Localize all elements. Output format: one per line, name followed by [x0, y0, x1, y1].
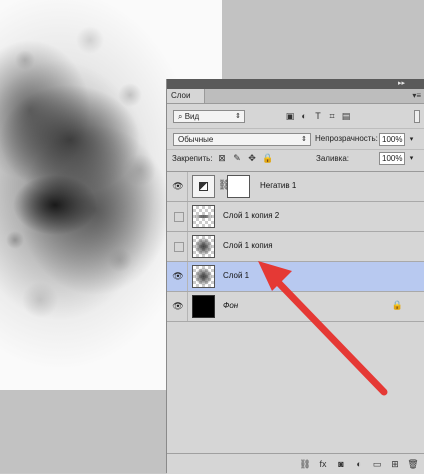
- lock-all-icon[interactable]: 🔒: [262, 152, 273, 165]
- layer-thumbnail: [192, 265, 215, 288]
- panel-tabbar: Слои ▾≡: [167, 89, 424, 104]
- lock-label: Закрепить:: [172, 154, 213, 163]
- fill-label: Заливка:: [316, 154, 350, 163]
- layer-mask-thumbnail[interactable]: [227, 175, 250, 198]
- layer-row-copy[interactable]: Слой 1 копия: [167, 232, 424, 262]
- tab-layers[interactable]: Слои: [167, 89, 205, 103]
- opacity-input[interactable]: 100%: [379, 133, 405, 146]
- new-group-icon[interactable]: ▭: [371, 458, 383, 470]
- new-layer-icon[interactable]: ⊞: [389, 458, 401, 470]
- eye-icon[interactable]: 👁: [172, 300, 184, 312]
- eye-icon[interactable]: 👁: [172, 180, 184, 192]
- trash-icon[interactable]: 🗑: [407, 458, 419, 470]
- layers-list: 👁 ⛓ Негатив 1 Слой 1 копия 2 Слой 1 копи…: [167, 171, 424, 322]
- search-icon: ⌕: [178, 112, 183, 121]
- layer-style-icon[interactable]: fx: [317, 458, 329, 470]
- filter-pixel-icon[interactable]: ▣: [285, 110, 295, 122]
- collapse-panel-icon[interactable]: ▸▸: [398, 79, 405, 89]
- lock-icon: 🔒: [391, 300, 403, 310]
- separator: [187, 172, 188, 201]
- fill-input[interactable]: 100%: [379, 152, 405, 165]
- lock-image-icon[interactable]: ✎: [232, 152, 242, 165]
- layer-thumbnail: [192, 205, 215, 228]
- layer-row-negative[interactable]: 👁 ⛓ Негатив 1: [167, 172, 424, 202]
- lock-transparent-icon[interactable]: ⊠: [217, 152, 227, 165]
- select-arrows-icon: ⇕: [301, 136, 307, 143]
- layer-name[interactable]: Негатив 1: [260, 181, 296, 190]
- filter-type-icon[interactable]: T: [313, 110, 323, 122]
- background-thumbnail: [192, 295, 215, 318]
- fill-dropdown-icon[interactable]: ▾: [407, 154, 416, 162]
- separator: [187, 292, 188, 321]
- layer-row-background[interactable]: 👁 Фон 🔒: [167, 292, 424, 322]
- lock-position-icon[interactable]: ✥: [247, 152, 257, 165]
- filter-icons: ▣ ◐ T ⌗ ▤: [285, 110, 351, 124]
- blend-mode-value: Обычные: [178, 135, 214, 144]
- panel-menu-icon[interactable]: ▾≡: [412, 89, 421, 103]
- eye-icon[interactable]: 👁: [172, 270, 184, 282]
- layer-filter-select[interactable]: ⌕ Вид ⇕: [173, 110, 245, 123]
- filter-smart-object-icon[interactable]: ▤: [341, 110, 351, 122]
- visibility-off-box[interactable]: [174, 242, 184, 252]
- separator: [187, 262, 188, 291]
- select-arrows-icon: ⇕: [235, 113, 241, 120]
- link-layers-icon[interactable]: ⛓: [299, 458, 311, 470]
- blend-row: Обычные ⇕ Непрозрачность: 100% ▾: [167, 128, 424, 149]
- filter-value: Вид: [184, 112, 200, 121]
- filter-toggle[interactable]: [414, 110, 420, 123]
- layers-panel: ▸▸ Слои ▾≡ ⌕ Вид ⇕ ▣ ◐ T ⌗ ▤ Обычные ⇕ Н…: [166, 79, 424, 474]
- layer-row-copy-2[interactable]: Слой 1 копия 2: [167, 202, 424, 232]
- layer-thumbnail: [192, 235, 215, 258]
- layer-name[interactable]: Слой 1 копия: [223, 241, 273, 250]
- opacity-label: Непрозрачность:: [315, 134, 378, 143]
- footer-icons: ⛓ fx ◙ ◐ ▭ ⊞ 🗑: [299, 458, 419, 470]
- layer-name[interactable]: Слой 1: [223, 271, 249, 280]
- adjustment-thumbnail: [192, 175, 215, 198]
- filter-shape-icon[interactable]: ⌗: [327, 110, 337, 122]
- new-adjustment-icon[interactable]: ◐: [353, 458, 365, 470]
- visibility-off-box[interactable]: [174, 212, 184, 222]
- lock-row: Закрепить: ⊠ ✎ ✥ 🔒 Заливка: 100% ▾: [167, 149, 424, 168]
- add-mask-icon[interactable]: ◙: [335, 458, 347, 470]
- blend-mode-select[interactable]: Обычные ⇕: [173, 133, 311, 146]
- panel-footer: ⛓ fx ◙ ◐ ▭ ⊞ 🗑: [167, 453, 424, 474]
- filter-adjustment-icon[interactable]: ◐: [299, 110, 309, 122]
- filter-row: ⌕ Вид ⇕ ▣ ◐ T ⌗ ▤: [167, 107, 424, 127]
- separator: [187, 202, 188, 231]
- layer-row-layer-1[interactable]: 👁 Слой 1: [167, 262, 424, 292]
- layer-name[interactable]: Фон: [223, 301, 238, 310]
- lock-icons: ⊠ ✎ ✥ 🔒: [217, 152, 273, 165]
- layer-name[interactable]: Слой 1 копия 2: [223, 211, 279, 220]
- panel-titlebar[interactable]: ▸▸: [167, 79, 424, 89]
- separator: [187, 232, 188, 261]
- opacity-dropdown-icon[interactable]: ▾: [407, 135, 416, 143]
